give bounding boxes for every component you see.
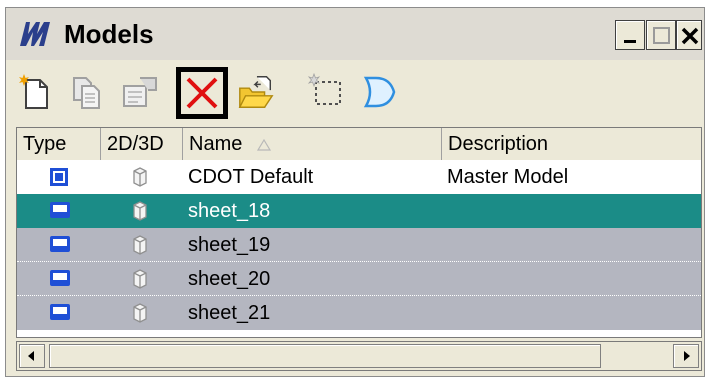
maximize-icon [653,27,670,44]
sort-ascending-icon [256,138,271,151]
window-title: Models [64,19,154,49]
arrow-right-icon [684,351,690,361]
model-name: sheet_21 [188,302,271,324]
delete-model-button[interactable] [176,67,228,119]
model-name: sheet_19 [188,234,271,256]
table-row[interactable]: sheet_18 [17,194,701,228]
sheet-model-icon [50,304,70,320]
title-bar[interactable]: Models [6,8,704,60]
open-folder-icon[interactable] [236,72,276,112]
models-dialog: Models Type 2D/3D Name Description CDOT … [5,7,705,377]
model-name: CDOT Default [188,166,314,188]
table-row[interactable]: sheet_21 [17,296,701,330]
column-header-name[interactable]: Name [183,128,442,160]
copy-document-icon[interactable] [66,72,106,112]
fence-selection-icon[interactable] [306,72,346,112]
3d-cube-icon [133,269,147,289]
model-name: sheet_18 [188,200,271,222]
3d-cube-icon [133,303,147,323]
arrow-left-icon [28,351,34,361]
model-name: sheet_20 [188,268,271,290]
scroll-thumb[interactable] [49,344,601,368]
horizontal-scrollbar[interactable] [16,341,702,371]
microstation-logo-icon [20,22,50,46]
new-document-icon[interactable] [16,72,56,112]
properties-icon[interactable] [120,72,160,112]
master-model-icon [50,168,68,186]
sheet-model-icon [50,270,70,286]
funnel-icon[interactable] [360,72,400,112]
column-header-name-label: Name [189,133,243,155]
3d-cube-icon [133,235,147,255]
models-table: Type 2D/3D Name Description CDOT Default… [16,127,702,338]
column-header-type[interactable]: Type [17,128,101,160]
model-description: Master Model [447,166,569,188]
close-button[interactable] [676,20,702,50]
close-icon [681,27,699,45]
column-header-2d3d[interactable]: 2D/3D [101,128,183,160]
3d-cube-icon [133,167,147,187]
sheet-model-icon [50,202,70,218]
table-row[interactable]: sheet_20 [17,262,701,296]
scroll-left-button[interactable] [19,344,45,368]
red-x-icon [186,77,218,109]
toolbar [6,64,704,124]
column-header-description[interactable]: Description [442,128,701,160]
maximize-button[interactable] [646,20,676,50]
sheet-model-icon [50,236,70,252]
minimize-button[interactable] [615,20,645,50]
scroll-right-button[interactable] [673,344,699,368]
table-header: Type 2D/3D Name Description [17,128,701,161]
minimize-icon [624,40,636,43]
table-row[interactable]: sheet_19 [17,228,701,262]
table-row[interactable]: CDOT Default Master Model [17,160,701,194]
3d-cube-icon [133,201,147,221]
